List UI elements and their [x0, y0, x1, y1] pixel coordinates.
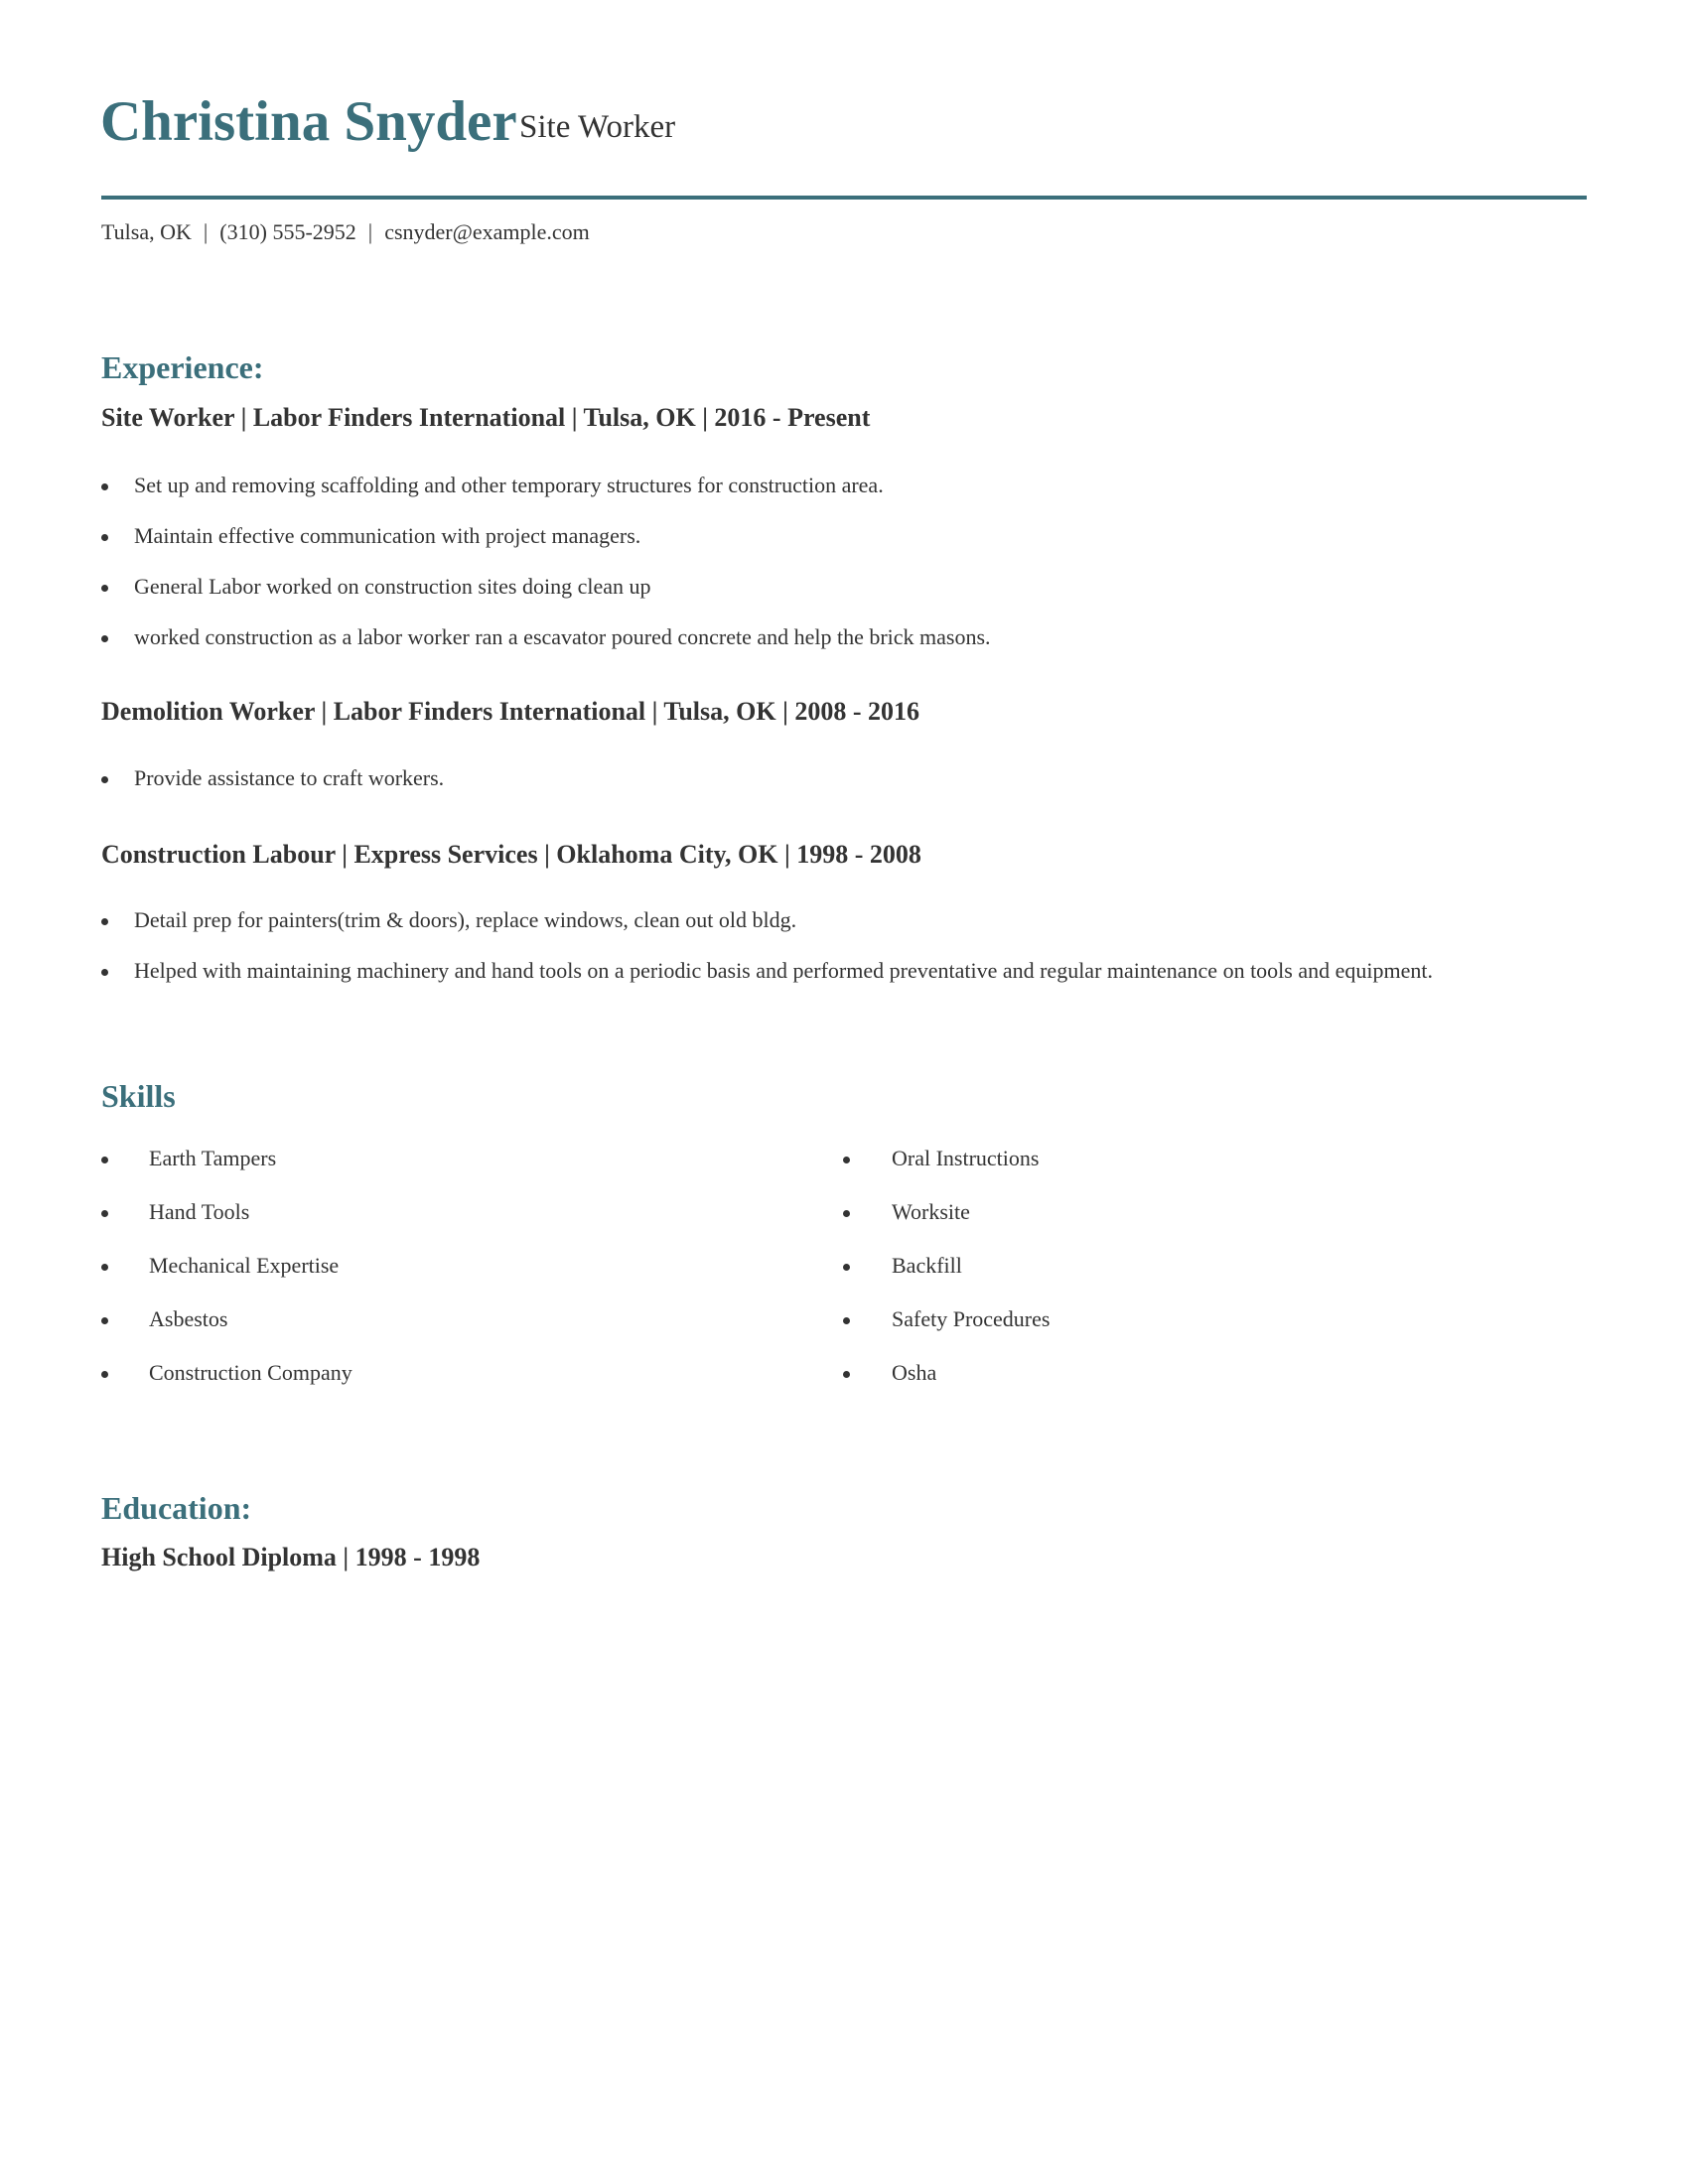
- list-item: General Labor worked on construction sit…: [134, 574, 651, 599]
- bullet-icon: [101, 776, 108, 783]
- list-item: Maintain effective communication with pr…: [134, 523, 641, 548]
- skill-item: Construction Company: [149, 1360, 352, 1385]
- skill-item: Mechanical Expertise: [149, 1253, 340, 1278]
- bullet-icon: [843, 1371, 850, 1378]
- bullet-icon: [101, 534, 108, 541]
- skill-item: Oral Instructions: [892, 1146, 1040, 1170]
- job-title-line: Construction Labour | Express Services |…: [101, 840, 921, 869]
- contact-email[interactable]: csnyder@example.com: [384, 219, 590, 244]
- bullet-icon: [101, 918, 108, 925]
- skill-item: Hand Tools: [149, 1199, 250, 1224]
- skill-item: Worksite: [892, 1199, 970, 1224]
- skills-heading: Skills: [101, 1078, 176, 1114]
- job-title-line: Demolition Worker | Labor Finders Intern…: [101, 697, 919, 726]
- contact-location: Tulsa, OK: [101, 219, 192, 244]
- bullet-icon: [101, 969, 108, 976]
- skill-item: Earth Tampers: [149, 1146, 277, 1170]
- bullet-icon: [843, 1210, 850, 1217]
- bullet-icon: [101, 483, 108, 490]
- candidate-name: Christina Snyder: [100, 90, 517, 153]
- education-entry: High School Diploma | 1998 - 1998: [101, 1543, 481, 1571]
- bullet-icon: [101, 585, 108, 592]
- list-item: worked construction as a labor worker ra…: [134, 624, 991, 649]
- bullet-icon: [843, 1317, 850, 1324]
- skill-item: Safety Procedures: [892, 1306, 1051, 1331]
- list-item: Detail prep for painters(trim & doors), …: [134, 907, 797, 932]
- contact-separator: |: [203, 219, 209, 244]
- bullet-icon: [843, 1157, 850, 1163]
- bullet-icon: [101, 1317, 108, 1324]
- job-title-line: Site Worker | Labor Finders Internationa…: [101, 403, 871, 432]
- bullet-icon: [101, 1210, 108, 1217]
- contact-phone: (310) 555-2952: [219, 219, 356, 244]
- contact-separator: |: [367, 219, 373, 244]
- candidate-job-title: Site Worker: [519, 109, 676, 145]
- list-item: Set up and removing scaffolding and othe…: [134, 473, 884, 497]
- bullet-icon: [101, 1264, 108, 1271]
- bullet-icon: [101, 635, 108, 642]
- list-item: Provide assistance to craft workers.: [134, 765, 445, 790]
- education-heading: Education:: [101, 1490, 252, 1526]
- skill-item: Backfill: [892, 1253, 962, 1278]
- list-item: Helped with maintaining machinery and ha…: [134, 958, 1433, 983]
- bullet-icon: [101, 1157, 108, 1163]
- contact-line: Tulsa, OK | (310) 555-2952 | csnyder@example…: [101, 218, 590, 246]
- experience-heading: Experience:: [101, 349, 264, 385]
- header-divider: [101, 196, 1587, 200]
- skill-item: Asbestos: [149, 1306, 228, 1331]
- bullet-icon: [101, 1371, 108, 1378]
- skill-item: Osha: [892, 1360, 937, 1385]
- bullet-icon: [843, 1264, 850, 1271]
